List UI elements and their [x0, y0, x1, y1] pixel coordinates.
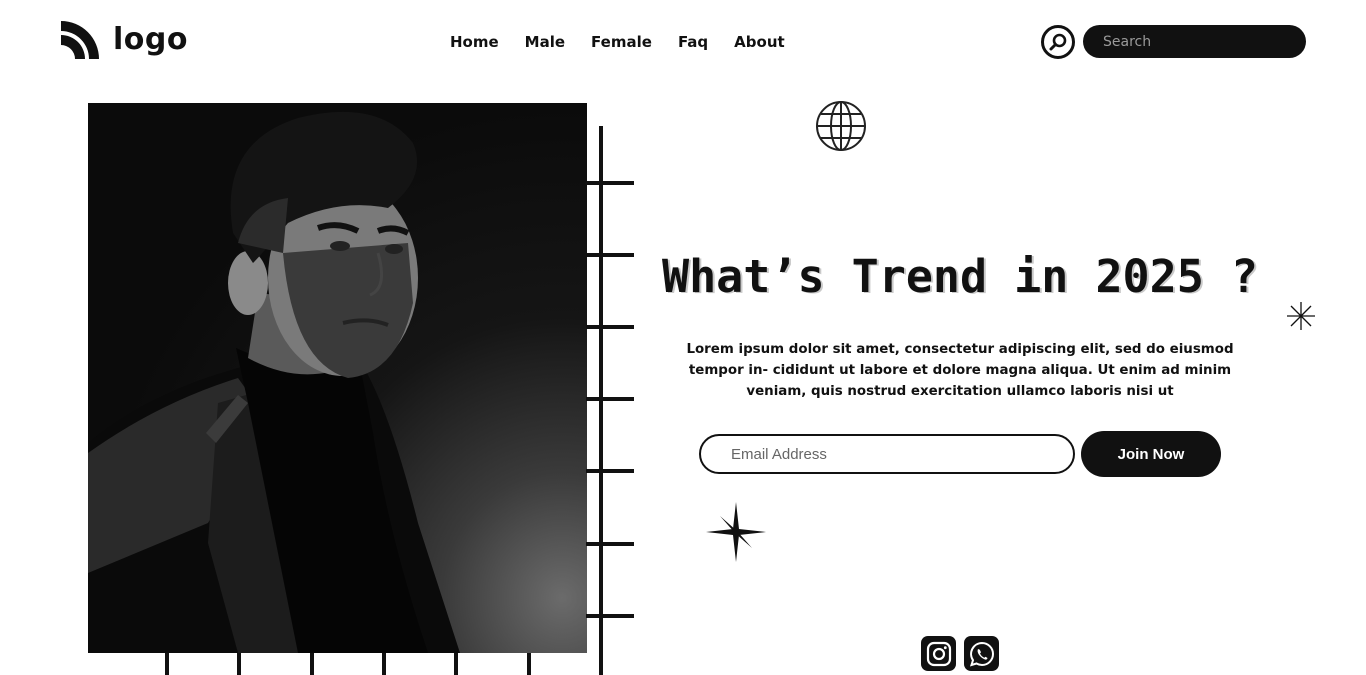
globe-icon [816, 101, 866, 151]
search-button[interactable] [1041, 25, 1075, 59]
logo-mark-icon [61, 21, 99, 59]
instagram-icon [926, 641, 951, 666]
whatsapp-icon [969, 641, 994, 666]
hero-headline: What’s Trend in 2025 ? [661, 250, 1259, 303]
nav-home[interactable]: Home [450, 33, 499, 51]
search-input[interactable] [1083, 25, 1306, 58]
sparkle-icon [1287, 302, 1315, 330]
email-field[interactable] [699, 434, 1075, 474]
sparkle-large-icon [706, 502, 766, 562]
logo[interactable]: logo [59, 19, 188, 61]
instagram-button[interactable] [921, 636, 956, 671]
whatsapp-button[interactable] [964, 636, 999, 671]
hero-description: Lorem ipsum dolor sit amet, consectetur … [686, 342, 1234, 399]
nav-about[interactable]: About [734, 33, 785, 51]
hero-portrait-image [88, 103, 587, 653]
join-now-button[interactable]: Join Now [1081, 431, 1221, 477]
logo-text: logo [113, 22, 188, 57]
nav-female[interactable]: Female [591, 33, 652, 51]
nav-male[interactable]: Male [525, 33, 565, 51]
main-nav: Home Male Female Faq About [450, 33, 811, 51]
search-icon [1049, 33, 1067, 51]
nav-faq[interactable]: Faq [678, 33, 708, 51]
